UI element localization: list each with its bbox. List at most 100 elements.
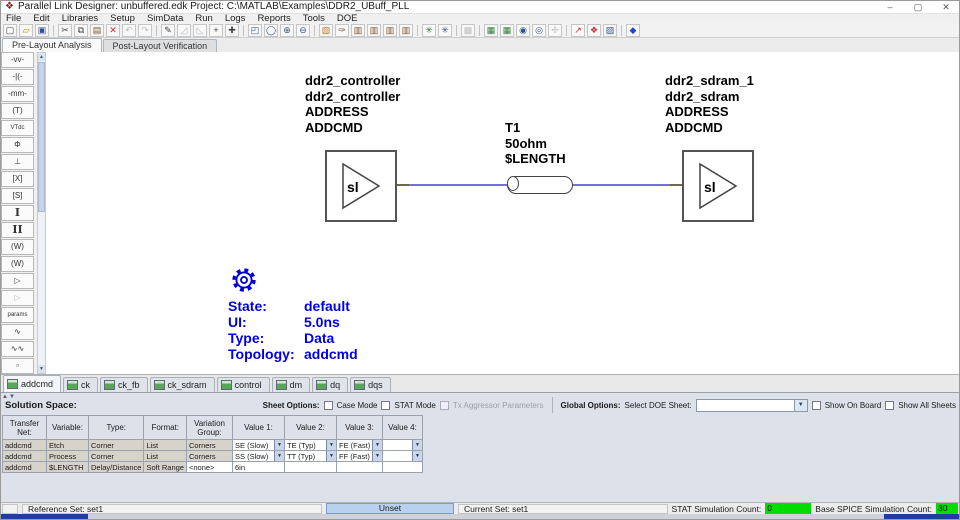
value-cell[interactable]: <none> [185, 461, 233, 473]
crosshair-icon[interactable]: + [209, 23, 223, 37]
show-all-sheets-checkbox[interactable] [885, 400, 895, 410]
menu-edit[interactable]: Edit [27, 14, 55, 24]
delete-icon[interactable]: ✕ [106, 23, 120, 37]
route-b-icon[interactable]: ◺ [193, 23, 207, 37]
probe-single-tool-icon[interactable]: ∿ [1, 324, 34, 340]
library-2-icon[interactable]: ▥ [367, 23, 381, 37]
minimize-button[interactable]: – [876, 0, 904, 14]
route-a-icon[interactable]: ◿ [177, 23, 191, 37]
copy-icon[interactable]: ⧉ [74, 23, 88, 37]
view-report-icon[interactable]: ◎ [532, 23, 546, 37]
menu-file[interactable]: File [0, 14, 27, 24]
show-on-board-checkbox[interactable] [811, 400, 821, 410]
waveform-viewer-icon[interactable]: ▦ [484, 23, 498, 37]
draw-wire-icon[interactable]: ✎ [161, 23, 175, 37]
view-results-icon[interactable]: ◉ [516, 23, 530, 37]
more-tool-icon[interactable]: ▫ [1, 358, 34, 374]
chevron-down-icon[interactable]: ▼ [793, 399, 807, 411]
value-dropdown[interactable]: TE (Typ) ▼ [283, 439, 337, 451]
rx-buffer-symbol[interactable]: sl [682, 150, 754, 222]
inductor-tool-icon[interactable]: -mm- [1, 86, 34, 102]
dropdown-arrow-icon[interactable]: ▼ [325, 440, 336, 450]
menu-run[interactable]: Run [189, 14, 218, 24]
value-cell[interactable]: 6in [231, 461, 285, 473]
w-element-tool-icon[interactable]: (W) [1, 239, 34, 255]
case-mode-checkbox[interactable] [323, 400, 333, 410]
tab-pre-layout-analysis[interactable]: Pre-Layout Analysis [2, 38, 102, 52]
export-icon[interactable]: ▩ [461, 23, 475, 37]
scroll-down-icon[interactable]: ▼ [38, 365, 45, 373]
library-4-icon[interactable]: ▥ [399, 23, 413, 37]
zoom-in-icon[interactable]: ⊕ [280, 23, 294, 37]
sheet-tab-dqs[interactable]: dqs [350, 377, 391, 392]
tline-tool-icon[interactable]: I [1, 205, 34, 221]
sheet-tab-dm[interactable]: dm [271, 377, 311, 392]
scroll-thumb[interactable] [38, 62, 45, 212]
dropdown-arrow-icon[interactable]: ▼ [325, 451, 336, 461]
s-element-tool-icon[interactable]: [S] [1, 188, 34, 204]
sheet-setup-icon[interactable]: ▧ [319, 23, 333, 37]
maximize-button[interactable]: ▢ [904, 0, 932, 14]
value-cell[interactable] [335, 461, 383, 473]
undo-icon[interactable]: ↶ [122, 23, 136, 37]
canvas-vertical-scrollbar[interactable]: ▲ ▼ [37, 52, 46, 374]
value-cell[interactable] [283, 461, 337, 473]
paste-icon[interactable]: ▤ [90, 23, 104, 37]
pan-icon[interactable]: ✚ [225, 23, 239, 37]
plot-icon[interactable]: ↗ [571, 23, 585, 37]
unset-button[interactable]: Unset [326, 503, 454, 514]
doe-sheet-icon[interactable]: ▨ [603, 23, 617, 37]
dropdown-arrow-icon[interactable]: ▼ [411, 451, 422, 461]
run-simulation-icon[interactable]: ✳ [438, 23, 452, 37]
sheet-tab-dq[interactable]: dq [312, 377, 349, 392]
scroll-up-icon[interactable]: ▲ [38, 53, 45, 61]
dropdown-arrow-icon[interactable]: ▼ [371, 440, 382, 450]
stat-mode-checkbox[interactable] [381, 400, 391, 410]
menu-reports[interactable]: Reports [251, 14, 296, 24]
value-dropdown[interactable]: SE (Slow) ▼ [231, 439, 285, 451]
menu-doe[interactable]: DOE [331, 14, 364, 24]
w-element-2-tool-icon[interactable]: (W) [1, 256, 34, 272]
gear-icon[interactable] [230, 266, 258, 294]
new-icon[interactable]: ▢ [3, 23, 17, 37]
menu-tools[interactable]: Tools [297, 14, 331, 24]
vt-dc-tool-icon[interactable]: VTdc [1, 120, 34, 136]
capacitor-tool-icon[interactable]: -|(- [1, 69, 34, 85]
dropdown-arrow-icon[interactable]: ▼ [273, 451, 284, 461]
buffer-tool-icon[interactable]: ▷ [1, 273, 34, 289]
cut-icon[interactable]: ✂ [58, 23, 72, 37]
probe-tool-icon[interactable]: Φ [1, 137, 34, 153]
sheet-tab-ck_fb[interactable]: ck_fb [100, 377, 148, 392]
library-1-icon[interactable]: ▥ [351, 23, 365, 37]
menu-logs[interactable]: Logs [219, 14, 252, 24]
tx-buffer-symbol[interactable]: sl [325, 150, 397, 222]
tab-post-layout-verification[interactable]: Post-Layout Verification [102, 39, 218, 52]
open-icon[interactable]: ▱ [19, 23, 33, 37]
resistor-tool-icon[interactable]: -vv- [1, 52, 34, 68]
sheet-tab-ck_sdram[interactable]: ck_sdram [149, 377, 215, 392]
help-icon[interactable]: ◆ [626, 23, 640, 37]
zoom-full-icon[interactable]: ◯ [264, 23, 278, 37]
value-dropdown[interactable]: ▼ [381, 439, 423, 451]
zoom-out-icon[interactable]: ⊖ [296, 23, 310, 37]
value-dropdown[interactable]: ▼ [381, 450, 423, 462]
sheet-tab-ck[interactable]: ck [63, 377, 99, 392]
zoom-window-icon[interactable]: ◰ [248, 23, 262, 37]
value-cell[interactable] [381, 461, 423, 473]
dropdown-arrow-icon[interactable]: ▼ [411, 440, 422, 450]
x-element-tool-icon[interactable]: [X] [1, 171, 34, 187]
transmission-line-symbol[interactable] [507, 176, 573, 194]
menu-simdata[interactable]: SimData [141, 14, 189, 24]
schematic-canvas[interactable]: ddr2_controller ddr2_controller ADDRESS … [46, 52, 959, 374]
t-element-tool-icon[interactable]: (T) [1, 103, 34, 119]
dropdown-arrow-icon[interactable]: ▼ [371, 451, 382, 461]
sheet-tab-control[interactable]: control [216, 377, 270, 392]
params-tool-icon[interactable]: params [1, 307, 34, 323]
coupled-tline-tool-icon[interactable]: II [1, 222, 34, 238]
fit-view-icon[interactable]: ✢ [548, 23, 562, 37]
sim-settings-icon[interactable]: ✳ [422, 23, 436, 37]
menu-setup[interactable]: Setup [104, 14, 141, 24]
board-view-icon[interactable]: ▦ [500, 23, 514, 37]
sheet-tab-addcmd[interactable]: addcmd [3, 375, 62, 392]
close-button[interactable]: ✕ [932, 0, 960, 14]
